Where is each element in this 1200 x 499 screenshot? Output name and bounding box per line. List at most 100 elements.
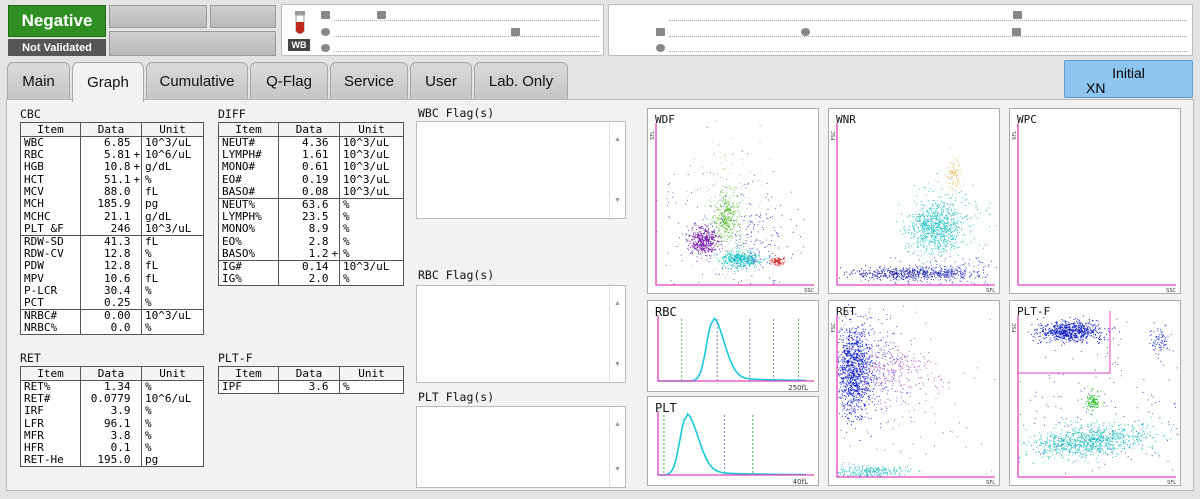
wpc-scattergram: SSC SFL WPC bbox=[1009, 108, 1181, 294]
x-axis-label: SFL bbox=[986, 288, 995, 293]
item-cell: BASO# bbox=[218, 186, 279, 199]
rbc-histogram: 250fL RBC bbox=[647, 300, 819, 392]
col-header-item: Item bbox=[218, 366, 279, 381]
scrollbar[interactable]: ▲ ▼ bbox=[609, 122, 625, 218]
flag-cell: + bbox=[133, 172, 141, 186]
flag-cell bbox=[133, 186, 142, 198]
col-header-data: Data bbox=[278, 122, 340, 137]
validation-status-badge: Not Validated bbox=[8, 39, 106, 56]
tab-service[interactable]: Service bbox=[330, 62, 408, 99]
comment-icon bbox=[321, 44, 330, 52]
cbc-title: CBC bbox=[20, 107, 41, 121]
cell-cluster bbox=[700, 168, 746, 255]
data-cell: 96.1 bbox=[80, 417, 133, 430]
table-row: IPF 3.6% bbox=[218, 380, 404, 394]
flag-cell bbox=[133, 418, 142, 430]
tab-main[interactable]: Main bbox=[7, 62, 70, 99]
table-row: NEUT# 4.36 10^3/uL bbox=[218, 136, 404, 149]
diff-title: DIFF bbox=[218, 107, 246, 121]
flag-cell bbox=[132, 234, 142, 248]
tab-q-flag[interactable]: Q-Flag bbox=[250, 62, 328, 99]
cell-cluster bbox=[1081, 386, 1105, 416]
plt-f-table: Item Data Unit IPF 3.6% bbox=[218, 366, 404, 394]
x-axis-label: SFL bbox=[986, 480, 995, 485]
cell-cluster bbox=[838, 305, 996, 476]
item-cell: HGB bbox=[20, 161, 81, 174]
plt-histogram-title: PLT bbox=[655, 401, 677, 415]
col-header-data: Data bbox=[80, 122, 142, 137]
item-cell: RDW-CV bbox=[20, 247, 81, 261]
x-axis-label: SSC bbox=[1166, 288, 1176, 293]
col-header-data: Data bbox=[278, 366, 340, 381]
flag-cell bbox=[331, 161, 340, 173]
unit-cell: fL bbox=[141, 272, 204, 285]
wbc-flags-list[interactable]: ▲ ▼ bbox=[416, 121, 626, 219]
data-cell: 0.0779 bbox=[80, 392, 133, 406]
flag-cell bbox=[331, 211, 340, 223]
unit-cell: 10^3/uL bbox=[339, 136, 404, 149]
tab-lab-only[interactable]: Lab. Only bbox=[474, 62, 568, 99]
cell-cluster bbox=[711, 191, 802, 285]
unit-cell: fL bbox=[141, 234, 204, 248]
result-status-badge: Negative bbox=[8, 5, 106, 37]
col-header-unit: Unit bbox=[339, 122, 404, 137]
table-row: NEUT% 63.6% bbox=[218, 197, 404, 211]
plt-flags-list[interactable]: ▲ ▼ bbox=[416, 406, 626, 488]
table-row: PCT 0.25% bbox=[20, 297, 204, 310]
comment-icon bbox=[656, 44, 665, 52]
unit-cell: 10^6/uL bbox=[141, 148, 204, 162]
table-row: LYMPH# 1.61 10^3/uL bbox=[218, 148, 404, 162]
axis-lines bbox=[1017, 315, 1176, 478]
flag-cell: + bbox=[331, 246, 339, 260]
unit-cell: % bbox=[141, 247, 204, 261]
data-cell: 41.3 bbox=[80, 234, 133, 248]
item-cell: NEUT# bbox=[218, 136, 279, 149]
unit-cell: % bbox=[141, 173, 204, 186]
item-cell: LYMPH# bbox=[218, 148, 279, 162]
item-cell: PDW bbox=[20, 260, 81, 273]
data-cell: 0.25 bbox=[80, 297, 133, 310]
item-cell: MFR bbox=[20, 429, 81, 443]
tab-user[interactable]: User bbox=[410, 62, 472, 99]
patient-icon bbox=[801, 28, 810, 36]
plot-canvas: SFL FSC bbox=[831, 304, 996, 485]
wnr-title: WNR bbox=[836, 113, 856, 126]
flag-cell bbox=[331, 235, 340, 247]
item-cell: RET# bbox=[20, 392, 81, 406]
scrollbar[interactable]: ▲ ▼ bbox=[609, 407, 625, 487]
status-box-1 bbox=[109, 5, 207, 28]
patient-id-icon bbox=[656, 28, 665, 36]
item-cell: LFR bbox=[20, 417, 81, 430]
measurement-mode-button[interactable]: Initial XN bbox=[1064, 60, 1193, 98]
data-cell: 5.81 bbox=[80, 148, 133, 162]
axis-lines bbox=[836, 315, 995, 478]
table-row: RET# 0.0779 10^6/uL bbox=[20, 392, 204, 406]
unit-cell: pg bbox=[141, 454, 204, 467]
table-row: RDW-SD 41.3 fL bbox=[20, 234, 204, 248]
flag-cell bbox=[133, 285, 142, 297]
tab-graph[interactable]: Graph bbox=[72, 62, 144, 102]
table-row: WBC 6.85 10^3/uL bbox=[20, 136, 204, 149]
rbc-flags-list[interactable]: ▲ ▼ bbox=[416, 285, 626, 383]
data-cell: 88.0 bbox=[80, 185, 133, 199]
data-cell: 3.8 bbox=[80, 429, 133, 443]
cell-cluster bbox=[944, 146, 964, 196]
scrollbar[interactable]: ▲ ▼ bbox=[609, 286, 625, 382]
data-cell: 51.1 bbox=[80, 173, 133, 186]
table-row: PDW 12.8 fL bbox=[20, 260, 204, 273]
unit-cell: % bbox=[339, 235, 404, 248]
tab-cumulative[interactable]: Cumulative bbox=[146, 62, 248, 99]
item-cell: PCT bbox=[20, 297, 81, 310]
flag-cell bbox=[133, 381, 142, 394]
data-cell: 246 bbox=[80, 223, 133, 236]
histogram-scale-label: 40fL bbox=[793, 478, 808, 485]
flag-cell bbox=[331, 174, 340, 186]
unit-cell: fL bbox=[141, 260, 204, 273]
table-row: BASO% 1.2 +% bbox=[218, 246, 404, 261]
wpc-title: WPC bbox=[1017, 113, 1037, 126]
table-row: MCHC 21.1 g/dL bbox=[20, 210, 204, 223]
patient-info-panel bbox=[608, 4, 1193, 56]
col-header-unit: Unit bbox=[141, 366, 204, 381]
clock-icon bbox=[321, 28, 330, 36]
sample-info-panel: WB bbox=[281, 4, 604, 56]
